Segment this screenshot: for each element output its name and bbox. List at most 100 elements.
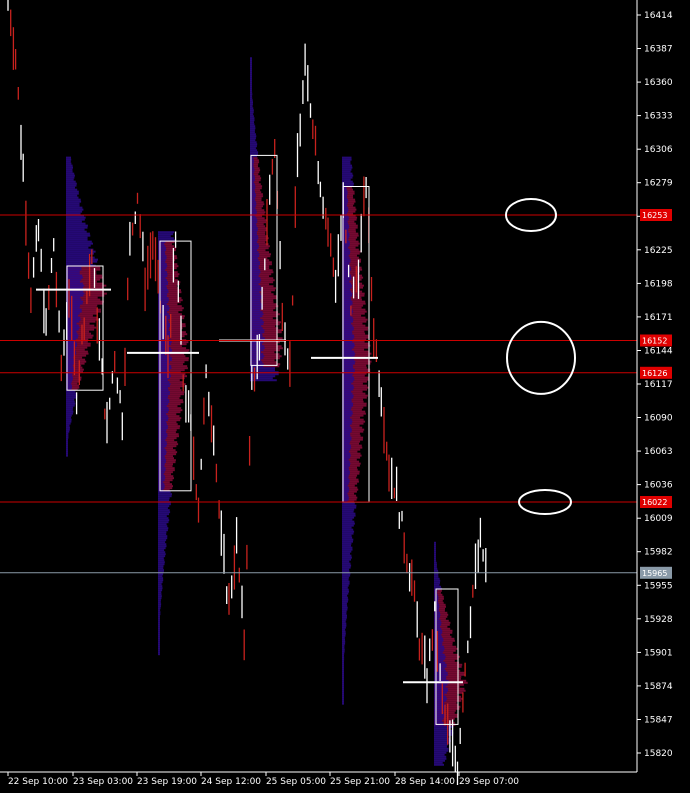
profile-bar — [158, 579, 164, 582]
profile-bar — [434, 561, 437, 564]
profile-bar-core — [434, 641, 443, 644]
profile-bar-core — [158, 263, 167, 266]
profile-bar-core — [158, 457, 166, 460]
profile-bar — [434, 553, 436, 556]
profile-bar-core — [342, 412, 353, 415]
profile-bar — [250, 91, 253, 94]
profile-bar-core — [158, 243, 165, 246]
profile-bar — [250, 69, 252, 72]
profile-bar — [66, 208, 84, 211]
profile-bar-core — [158, 477, 166, 480]
profile-bar — [158, 569, 164, 572]
profile-bar-core — [434, 627, 442, 630]
profile-bar — [342, 624, 347, 627]
profile-bar — [66, 422, 71, 425]
profile-bar — [250, 101, 253, 104]
profile-bar — [250, 73, 252, 76]
profile-bar — [434, 541, 436, 544]
profile-bar-core — [158, 259, 166, 262]
profile-bar — [66, 246, 89, 249]
profile-bar-core — [342, 360, 356, 363]
profile-bar-core — [434, 613, 441, 616]
profile-bar — [250, 79, 252, 82]
profile-bar — [158, 585, 163, 588]
profile-bar — [342, 562, 351, 565]
profile-bar-core — [250, 307, 262, 310]
profile-bar — [342, 568, 350, 571]
profile-bar-core — [158, 453, 167, 456]
profile-bar — [342, 584, 349, 587]
price-chart[interactable]: 1641416387163601633316306162791625216225… — [0, 0, 690, 793]
profile-bar — [66, 182, 77, 185]
profile-bar — [342, 690, 344, 693]
profile-bar-core — [158, 415, 168, 418]
profile-bar — [158, 495, 172, 498]
profile-bar — [434, 763, 444, 766]
profile-bar-core — [158, 471, 165, 474]
profile-bar — [66, 176, 75, 179]
level-tag-label: 16022 — [642, 498, 667, 507]
profile-bar — [342, 582, 350, 585]
profile-bar — [66, 188, 78, 191]
profile-bar — [250, 121, 254, 124]
profile-bar — [66, 172, 75, 175]
profile-bar — [66, 174, 75, 177]
profile-bar — [66, 212, 81, 215]
profile-bar-core — [250, 319, 263, 322]
profile-bar-core — [434, 623, 442, 626]
profile-bar-core — [66, 316, 81, 319]
profile-bar-core — [66, 318, 81, 321]
profile-bar — [342, 162, 351, 165]
profile-bar — [158, 551, 166, 554]
profile-bar — [342, 674, 344, 677]
profile-bar — [434, 557, 436, 560]
profile-bar — [342, 160, 351, 163]
profile-bar — [158, 603, 162, 606]
y-tick-label: 15901 — [644, 648, 673, 658]
candles — [7, 0, 487, 785]
profile-bar — [250, 107, 254, 110]
profile-bar — [342, 566, 351, 569]
profile-bar — [66, 190, 79, 193]
y-tick-label: 16225 — [644, 246, 673, 256]
profile-bar — [342, 536, 353, 539]
profile-bar — [434, 749, 449, 752]
profile-bar-core — [158, 405, 167, 408]
profile-bar — [158, 565, 164, 568]
profile-bar — [158, 637, 160, 640]
profile-bar — [250, 67, 252, 70]
profile-bar — [342, 540, 353, 543]
profile-bar — [342, 672, 344, 675]
profile-bar — [66, 454, 68, 457]
profile-bar — [342, 634, 346, 637]
profile-bar — [342, 176, 353, 179]
volume-profiles — [66, 57, 468, 766]
profile-bar-core — [158, 455, 165, 458]
profile-bar-core — [250, 327, 263, 330]
profile-bar-core — [66, 278, 82, 281]
profile-bar — [434, 559, 437, 562]
profile-bar — [66, 224, 88, 227]
profile-bar-core — [158, 459, 167, 462]
profile-bar — [158, 517, 169, 520]
profile-bar-core — [158, 249, 166, 252]
profile-bar-core — [66, 306, 80, 309]
profile-bar — [66, 192, 79, 195]
profile-bar-core — [250, 309, 261, 312]
profile-bar — [158, 547, 166, 550]
profile-bar — [250, 81, 252, 84]
profile-bar-core — [342, 346, 354, 349]
profile-bar — [250, 83, 252, 86]
profile-bar-core — [342, 324, 353, 327]
y-tick-label: 16414 — [644, 11, 673, 21]
profile-bar-core — [250, 315, 263, 318]
y-tick-label: 16036 — [644, 481, 673, 491]
profile-bar-core — [434, 643, 443, 646]
profile-bar — [434, 543, 436, 546]
profile-bar-core — [158, 269, 166, 272]
profile-bar — [66, 160, 71, 163]
profile-bar — [342, 526, 352, 529]
profile-bar — [342, 662, 344, 665]
profile-bar-core — [342, 362, 355, 365]
profile-bar — [66, 240, 92, 243]
